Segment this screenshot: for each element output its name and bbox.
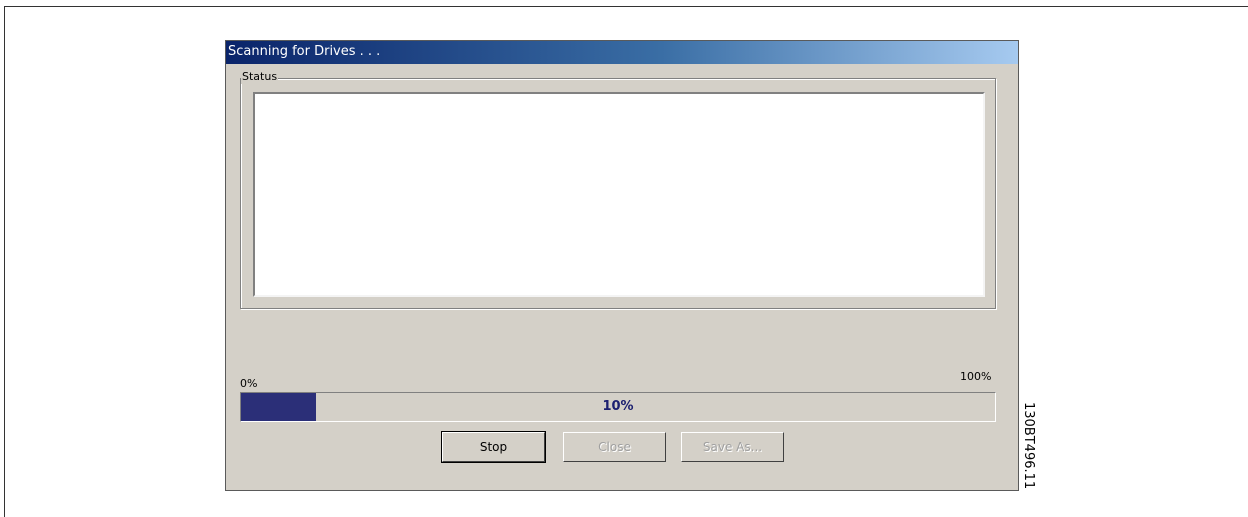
stop-button[interactable]: Stop [442, 432, 545, 462]
progress-percent-label: 10% [602, 399, 634, 414]
figure-code: 130BT496.11 [1021, 402, 1036, 490]
status-log[interactable] [253, 92, 985, 297]
scanning-dialog: Scanning for Drives . . . Status 0% 100%… [225, 40, 1019, 491]
status-group-label: Status [241, 70, 279, 84]
progress-bar: 10% [240, 392, 996, 422]
dialog-title: Scanning for Drives . . . [228, 44, 381, 59]
close-button[interactable]: Close [563, 432, 666, 462]
progress-min-label: 0% [240, 377, 258, 390]
dialog-title-bar: Scanning for Drives . . . [226, 41, 1018, 64]
save-as-button[interactable]: Save As... [681, 432, 784, 462]
progress-max-label: 100% [960, 370, 992, 383]
